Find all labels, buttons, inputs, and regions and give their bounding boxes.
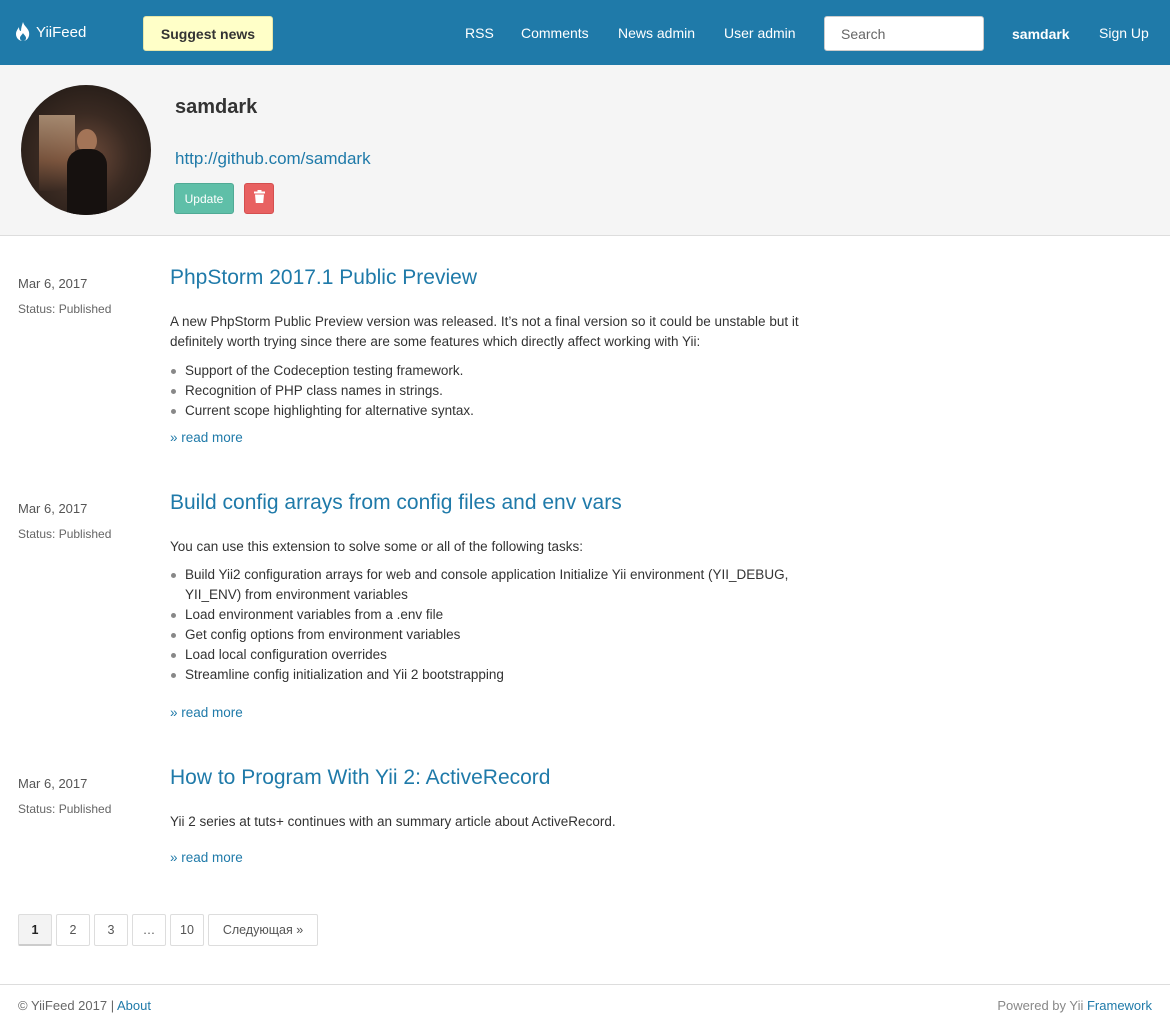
post-status: Status: Published (18, 302, 112, 316)
post-title-link[interactable]: PhpStorm 2017.1 Public Preview (170, 266, 477, 290)
post-date: Mar 6, 2017 (18, 776, 88, 791)
page-10-button[interactable]: 10 (170, 914, 204, 946)
avatar (21, 85, 151, 215)
flame-icon (14, 22, 32, 42)
page-2-button[interactable]: 2 (56, 914, 90, 946)
post-excerpt: You can use this extension to solve some… (170, 539, 583, 554)
about-link[interactable]: About (117, 998, 151, 1013)
list-item: Current scope highlighting for alternati… (170, 401, 830, 421)
trash-icon (253, 189, 265, 208)
post-status: Status: Published (18, 802, 112, 816)
brand-name: YiiFeed (36, 23, 87, 41)
update-button[interactable]: Update (174, 183, 234, 214)
list-item: Recognition of PHP class names in string… (170, 381, 830, 401)
nav-news-admin[interactable]: News admin (618, 25, 695, 41)
post-excerpt: A new PhpStorm Public Preview version wa… (170, 314, 799, 349)
framework-link[interactable]: Framework (1087, 998, 1152, 1013)
post-excerpt: Yii 2 series at tuts+ continues with an … (170, 814, 616, 829)
post-feature-list: Support of the Codeception testing frame… (170, 361, 830, 421)
post-title-link[interactable]: How to Program With Yii 2: ActiveRecord (170, 766, 550, 790)
footer: © YiiFeed 2017 | About Powered by Yii Fr… (0, 984, 1170, 1024)
powered-by-text: Powered by Yii (997, 998, 1084, 1013)
list-item: Build Yii2 configuration arrays for web … (170, 565, 830, 605)
list-item: Load environment variables from a .env f… (170, 605, 830, 625)
post-status: Status: Published (18, 527, 112, 541)
footer-copyright: © YiiFeed 2017 | About (18, 998, 151, 1013)
post-date: Mar 6, 2017 (18, 501, 88, 516)
nav-sign-up[interactable]: Sign Up (1099, 25, 1149, 41)
post-feature-list: Build Yii2 configuration arrays for web … (170, 565, 830, 685)
page-3-button[interactable]: 3 (94, 914, 128, 946)
profile-header: samdark http://github.com/samdark Update (0, 65, 1170, 236)
next-page-button[interactable]: Следующая » (208, 914, 318, 946)
copyright-text: © YiiFeed 2017 | (18, 998, 115, 1013)
navbar: YiiFeed Suggest news RSS Comments News a… (0, 0, 1170, 65)
profile-website-link[interactable]: http://github.com/samdark (175, 149, 371, 169)
post-title-link[interactable]: Build config arrays from config files an… (170, 491, 622, 515)
list-item: Streamline config initialization and Yii… (170, 665, 830, 685)
read-more-link[interactable]: » read more (170, 430, 243, 445)
nav-rss[interactable]: RSS (465, 25, 494, 41)
read-more-link[interactable]: » read more (170, 705, 243, 720)
delete-button[interactable] (244, 183, 274, 214)
nav-username[interactable]: samdark (1012, 26, 1070, 42)
page-ellipsis: … (132, 914, 166, 946)
suggest-news-button[interactable]: Suggest news (143, 16, 273, 51)
read-more-link[interactable]: » read more (170, 850, 243, 865)
list-item: Get config options from environment vari… (170, 625, 830, 645)
list-item: Support of the Codeception testing frame… (170, 361, 830, 381)
brand-link[interactable]: YiiFeed (14, 22, 86, 42)
post-date: Mar 6, 2017 (18, 276, 88, 291)
profile-name: samdark (175, 96, 258, 118)
search-input[interactable] (824, 16, 984, 51)
nav-user-admin[interactable]: User admin (724, 25, 796, 41)
footer-powered-by: Powered by Yii Framework (997, 998, 1152, 1013)
list-item: Load local configuration overrides (170, 645, 830, 665)
nav-comments[interactable]: Comments (521, 25, 589, 41)
page-1-button[interactable]: 1 (18, 914, 52, 946)
